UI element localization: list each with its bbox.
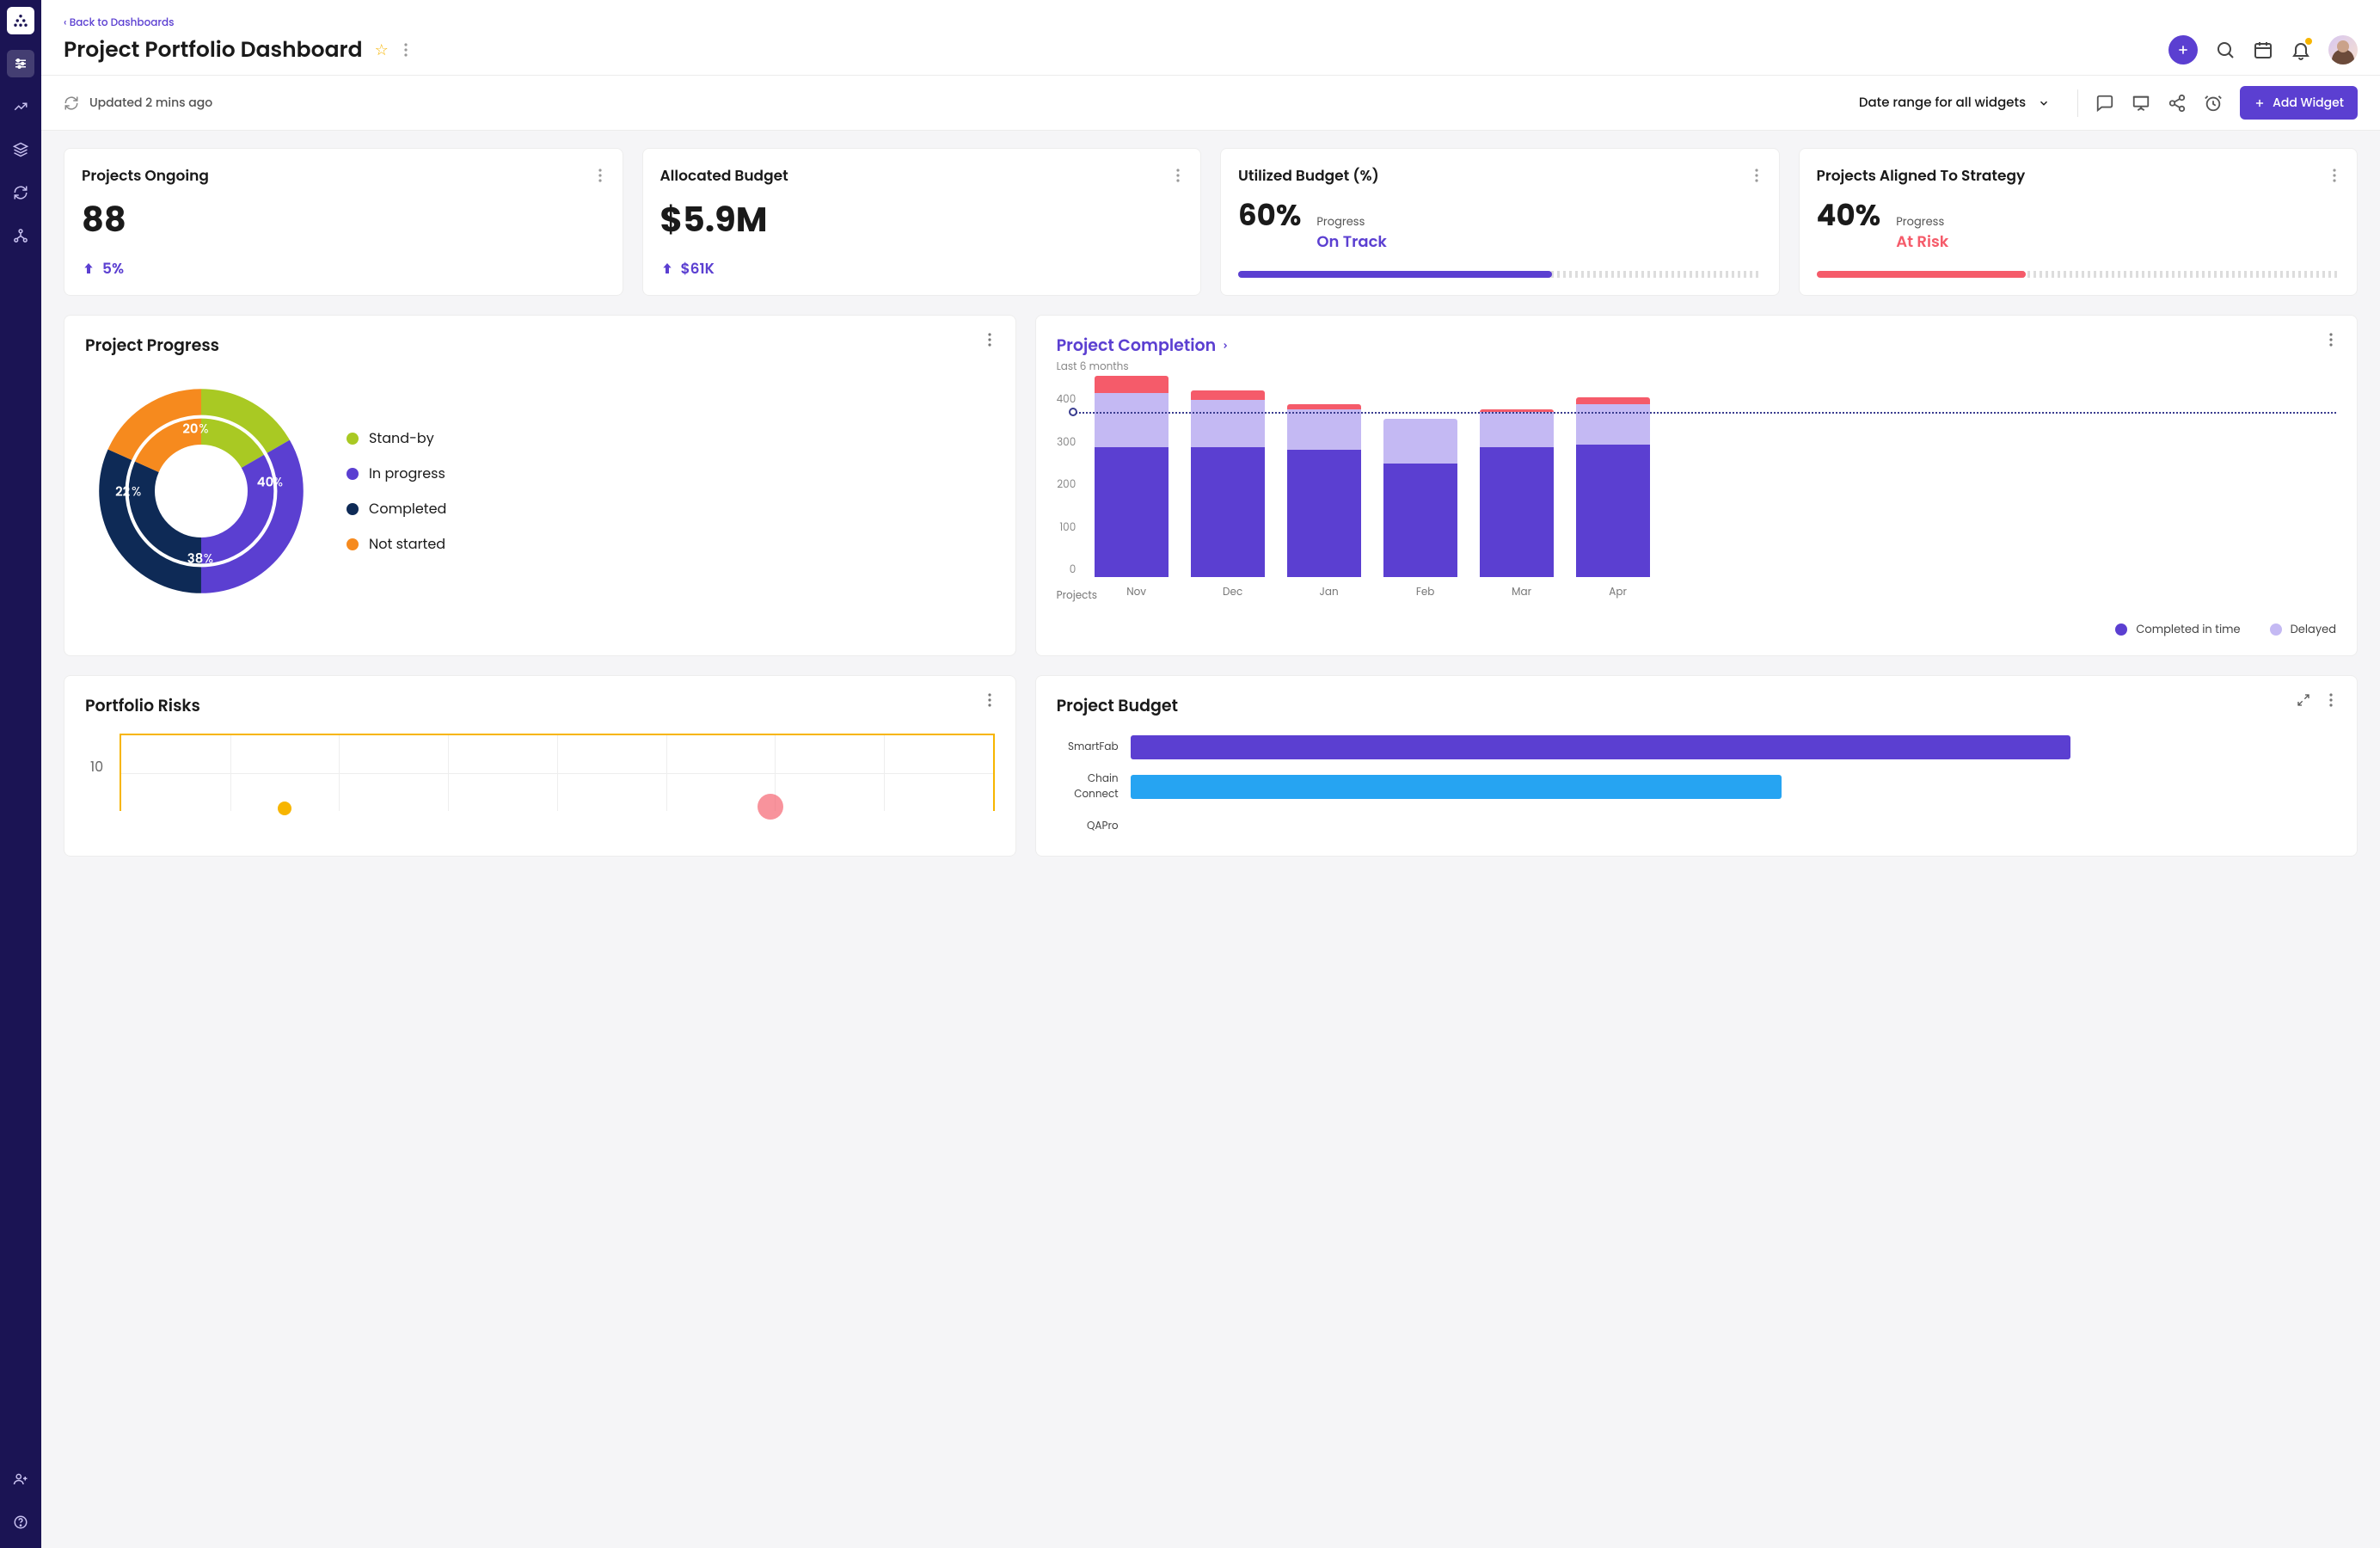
- card-value: 40%: [1817, 194, 1881, 237]
- nav-layers-icon[interactable]: [7, 136, 34, 163]
- card-aligned-strategy: Projects Aligned To Strategy 40% Progres…: [1799, 148, 2359, 296]
- bar-chart: [1086, 389, 2336, 578]
- x-axis-label: Projects: [1057, 578, 1091, 604]
- svg-text:38: 38: [187, 550, 203, 568]
- card-value: $5.9M: [660, 194, 1184, 245]
- card-title: Projects Aligned To Strategy: [1817, 164, 2026, 187]
- create-button[interactable]: [2168, 35, 2198, 64]
- user-avatar[interactable]: [2328, 35, 2358, 64]
- widget-title: Portfolio Risks: [85, 693, 200, 718]
- card-more-icon[interactable]: [2329, 169, 2340, 182]
- sidebar: [0, 0, 41, 1548]
- present-icon[interactable]: [2132, 94, 2150, 113]
- updated-text: Updated 2 mins ago: [89, 94, 212, 112]
- card-allocated-budget: Allocated Budget $5.9M $61K: [642, 148, 1202, 296]
- expand-icon[interactable]: [2297, 693, 2310, 707]
- y-tick: 10: [90, 756, 103, 777]
- card-title: Projects Ongoing: [82, 164, 209, 187]
- widget-more-icon[interactable]: [985, 693, 995, 707]
- bar-legend: Completed in time Delayed: [1057, 621, 2336, 638]
- svg-text:20: 20: [182, 421, 198, 439]
- nav-trend-icon[interactable]: [7, 93, 34, 120]
- widget-project-completion: Project Completion Last 6 months 4003002…: [1035, 315, 2358, 656]
- share-icon[interactable]: [2168, 94, 2187, 113]
- widget-title: Project Budget: [1057, 693, 1178, 718]
- calendar-icon[interactable]: [2253, 40, 2273, 60]
- widget-project-progress: Project Progress: [64, 315, 1016, 656]
- svg-text:%: %: [132, 482, 141, 501]
- app-logo[interactable]: [7, 7, 34, 34]
- header: ‹ Back to Dashboards Project Portfolio D…: [41, 0, 2380, 75]
- progress-bar: [1238, 271, 1762, 278]
- hbar-chart: SmartFabChain ConnectQAPro: [1057, 735, 2336, 838]
- title-more-icon[interactable]: [401, 43, 411, 57]
- y-axis: 4003002001000: [1057, 389, 1077, 578]
- notifications-icon[interactable]: [2291, 40, 2311, 60]
- x-axis: NovDecJanFebMarApr: [1091, 578, 2336, 604]
- widget-title-link[interactable]: Project Completion: [1057, 333, 1230, 358]
- widget-project-budget: Project Budget SmartFabChain ConnectQAPr…: [1035, 675, 2358, 857]
- nav-org-icon[interactable]: [7, 222, 34, 249]
- card-utilized-budget: Utilized Budget (%) 60% Progress On Trac…: [1220, 148, 1780, 296]
- card-delta: 5%: [82, 257, 605, 280]
- card-delta: $61K: [660, 257, 1184, 280]
- widget-more-icon[interactable]: [985, 333, 995, 347]
- card-value: 88: [82, 194, 605, 245]
- subbar: Updated 2 mins ago Date range for all wi…: [41, 75, 2380, 131]
- widget-portfolio-risks: Portfolio Risks 10: [64, 675, 1016, 857]
- card-value: 60%: [1238, 194, 1301, 237]
- date-range-select[interactable]: Date range for all widgets: [1859, 93, 2060, 113]
- card-more-icon[interactable]: [1173, 169, 1183, 182]
- svg-text:%: %: [273, 474, 283, 492]
- svg-text:22: 22: [115, 482, 130, 501]
- reminder-icon[interactable]: [2204, 94, 2223, 113]
- svg-text:40: 40: [257, 474, 273, 492]
- card-title: Allocated Budget: [660, 164, 788, 187]
- back-link[interactable]: ‹ Back to Dashboards: [64, 15, 175, 30]
- nav-users-icon[interactable]: [7, 1465, 34, 1493]
- add-widget-button[interactable]: Add Widget: [2240, 86, 2358, 120]
- nav-help-icon[interactable]: [7, 1508, 34, 1536]
- comment-icon[interactable]: [2095, 94, 2114, 113]
- svg-text:%: %: [199, 421, 208, 439]
- widget-title: Project Progress: [85, 333, 219, 358]
- donut-chart: 20% 40% 38% 22%: [85, 375, 317, 607]
- card-projects-ongoing: Projects Ongoing 88 5%: [64, 148, 623, 296]
- donut-legend: Stand-by In progress Completed Not start…: [347, 427, 446, 555]
- search-icon[interactable]: [2215, 40, 2236, 60]
- progress-bar: [1817, 271, 2340, 278]
- widget-more-icon[interactable]: [2326, 333, 2336, 347]
- card-more-icon[interactable]: [1751, 169, 1762, 182]
- risks-chart: [120, 734, 995, 811]
- favorite-icon[interactable]: ☆: [375, 39, 389, 62]
- status-badge: At Risk: [1896, 230, 1948, 254]
- page-title: Project Portfolio Dashboard: [64, 34, 363, 66]
- card-title: Utilized Budget (%): [1238, 164, 1379, 187]
- widget-more-icon[interactable]: [2326, 693, 2336, 707]
- nav-sync-icon[interactable]: [7, 179, 34, 206]
- status-badge: On Track: [1316, 230, 1387, 254]
- card-more-icon[interactable]: [595, 169, 605, 182]
- refresh-icon[interactable]: [64, 95, 79, 111]
- svg-text:%: %: [204, 550, 213, 568]
- nav-dashboard-icon[interactable]: [7, 50, 34, 77]
